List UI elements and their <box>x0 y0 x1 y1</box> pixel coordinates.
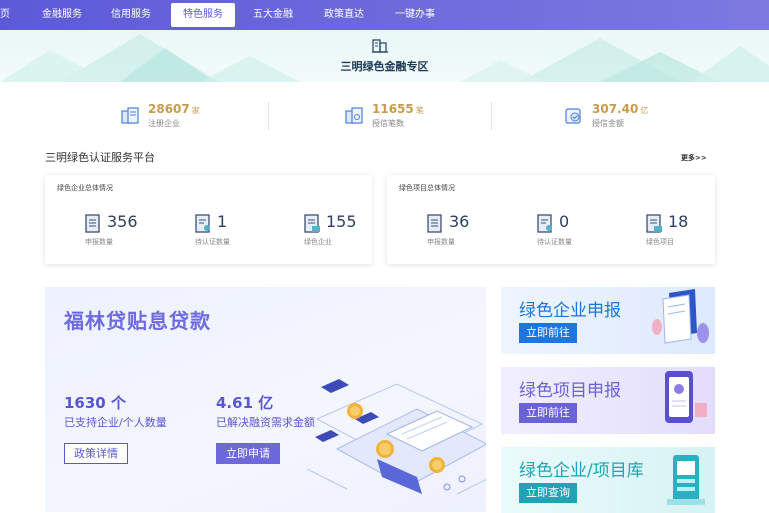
metric-value: 36 <box>449 212 470 231</box>
policy-detail-button[interactable]: 政策详情 <box>64 443 128 464</box>
metric-label: 待认证数量 <box>537 238 572 246</box>
stat-label: 授信笔数 <box>372 119 404 128</box>
nav-item-home[interactable]: 页 <box>0 0 10 30</box>
metric-value: 155 <box>326 212 357 231</box>
card-title: 绿色企业总体情况 <box>57 184 113 192</box>
divider <box>491 102 492 130</box>
credit-count-icon <box>345 107 363 124</box>
metric-value: 356 <box>107 212 138 231</box>
stat-label: 注册企业 <box>148 119 180 128</box>
nav-item-financial-services[interactable]: 金融服务 <box>42 0 82 30</box>
loan-banner: 福林贷贴息贷款 1630 个 已支持企业/个人数量 4.61 亿 已解决融资需求… <box>45 287 486 512</box>
document-illustration <box>652 289 709 344</box>
financing-amount: 4.61 亿 <box>216 394 274 412</box>
stat-label: 授信金额 <box>592 119 624 128</box>
hero-banner: 三明绿色金融专区 <box>0 30 769 82</box>
company-icon <box>121 107 139 124</box>
metric-label: 绿色企业 <box>304 238 332 246</box>
green-project-card: 绿色项目总体情况 36 申报数量 0 待认证数量 18 绿色项目 <box>387 175 715 264</box>
green-project-apply-banner[interactable]: 绿色项目申报 立即前往 <box>501 367 715 434</box>
banner-title: 绿色企业申报 <box>519 301 621 321</box>
financing-amount-label: 已解决融资需求金额 <box>216 416 315 429</box>
phone-illustration <box>665 371 707 423</box>
document-list-icon <box>304 214 320 233</box>
card-title: 绿色项目总体情况 <box>399 184 455 192</box>
metric-label: 申报数量 <box>427 238 455 246</box>
stat-value: 307.40 亿 <box>592 102 649 116</box>
document-check-icon <box>537 214 552 233</box>
green-enterprise-card: 绿色企业总体情况 356 申报数量 1 待认证数量 155 绿色企业 <box>45 175 372 264</box>
metric-label: 待认证数量 <box>195 238 230 246</box>
apply-now-button[interactable]: 立即申请 <box>216 443 280 464</box>
document-icon <box>85 214 100 233</box>
green-database-banner[interactable]: 绿色企业/项目库 立即查询 <box>501 447 715 513</box>
hero-title: 三明绿色金融专区 <box>340 60 429 73</box>
metric-label: 绿色项目 <box>646 238 674 246</box>
metric-label: 申报数量 <box>85 238 113 246</box>
isometric-finance-illustration <box>307 379 486 495</box>
green-enterprise-apply-banner[interactable]: 绿色企业申报 立即前往 <box>501 287 715 354</box>
nav-item-five-finance[interactable]: 五大金融 <box>253 0 293 30</box>
loan-title: 福林贷贴息贷款 <box>64 309 211 333</box>
go-now-button[interactable]: 立即前往 <box>519 403 577 423</box>
nav-item-special-services[interactable]: 特色服务 <box>171 3 235 27</box>
banner-title: 绿色项目申报 <box>519 381 621 401</box>
metric-value: 1 <box>217 212 228 231</box>
top-nav: 页 金融服务 信用服务 特色服务 五大金融 政策直达 一键办事 <box>0 0 769 30</box>
stat-value: 28607 家 <box>148 102 200 116</box>
terminal-illustration <box>667 455 705 505</box>
nav-item-policy-direct[interactable]: 政策直达 <box>324 0 364 30</box>
divider <box>268 102 269 130</box>
nav-item-credit-services[interactable]: 信用服务 <box>111 0 151 30</box>
platform-title: 三明绿色认证服务平台 <box>45 151 155 164</box>
query-now-button[interactable]: 立即查询 <box>519 483 577 503</box>
document-icon <box>427 214 442 233</box>
document-list-icon <box>646 214 662 233</box>
banner-title: 绿色企业/项目库 <box>519 461 644 481</box>
metric-value: 0 <box>559 212 570 231</box>
go-now-button[interactable]: 立即前往 <box>519 323 577 343</box>
more-link[interactable]: 更多>> <box>681 153 707 163</box>
supported-count-label: 已支持企业/个人数量 <box>64 416 167 429</box>
stat-value: 11655 笔 <box>372 102 424 116</box>
nav-item-one-click[interactable]: 一键办事 <box>395 0 435 30</box>
credit-amount-icon <box>565 108 581 124</box>
metric-value: 18 <box>668 212 689 231</box>
supported-count: 1630 个 <box>64 394 126 412</box>
building-icon <box>372 39 388 53</box>
document-check-icon <box>195 214 210 233</box>
